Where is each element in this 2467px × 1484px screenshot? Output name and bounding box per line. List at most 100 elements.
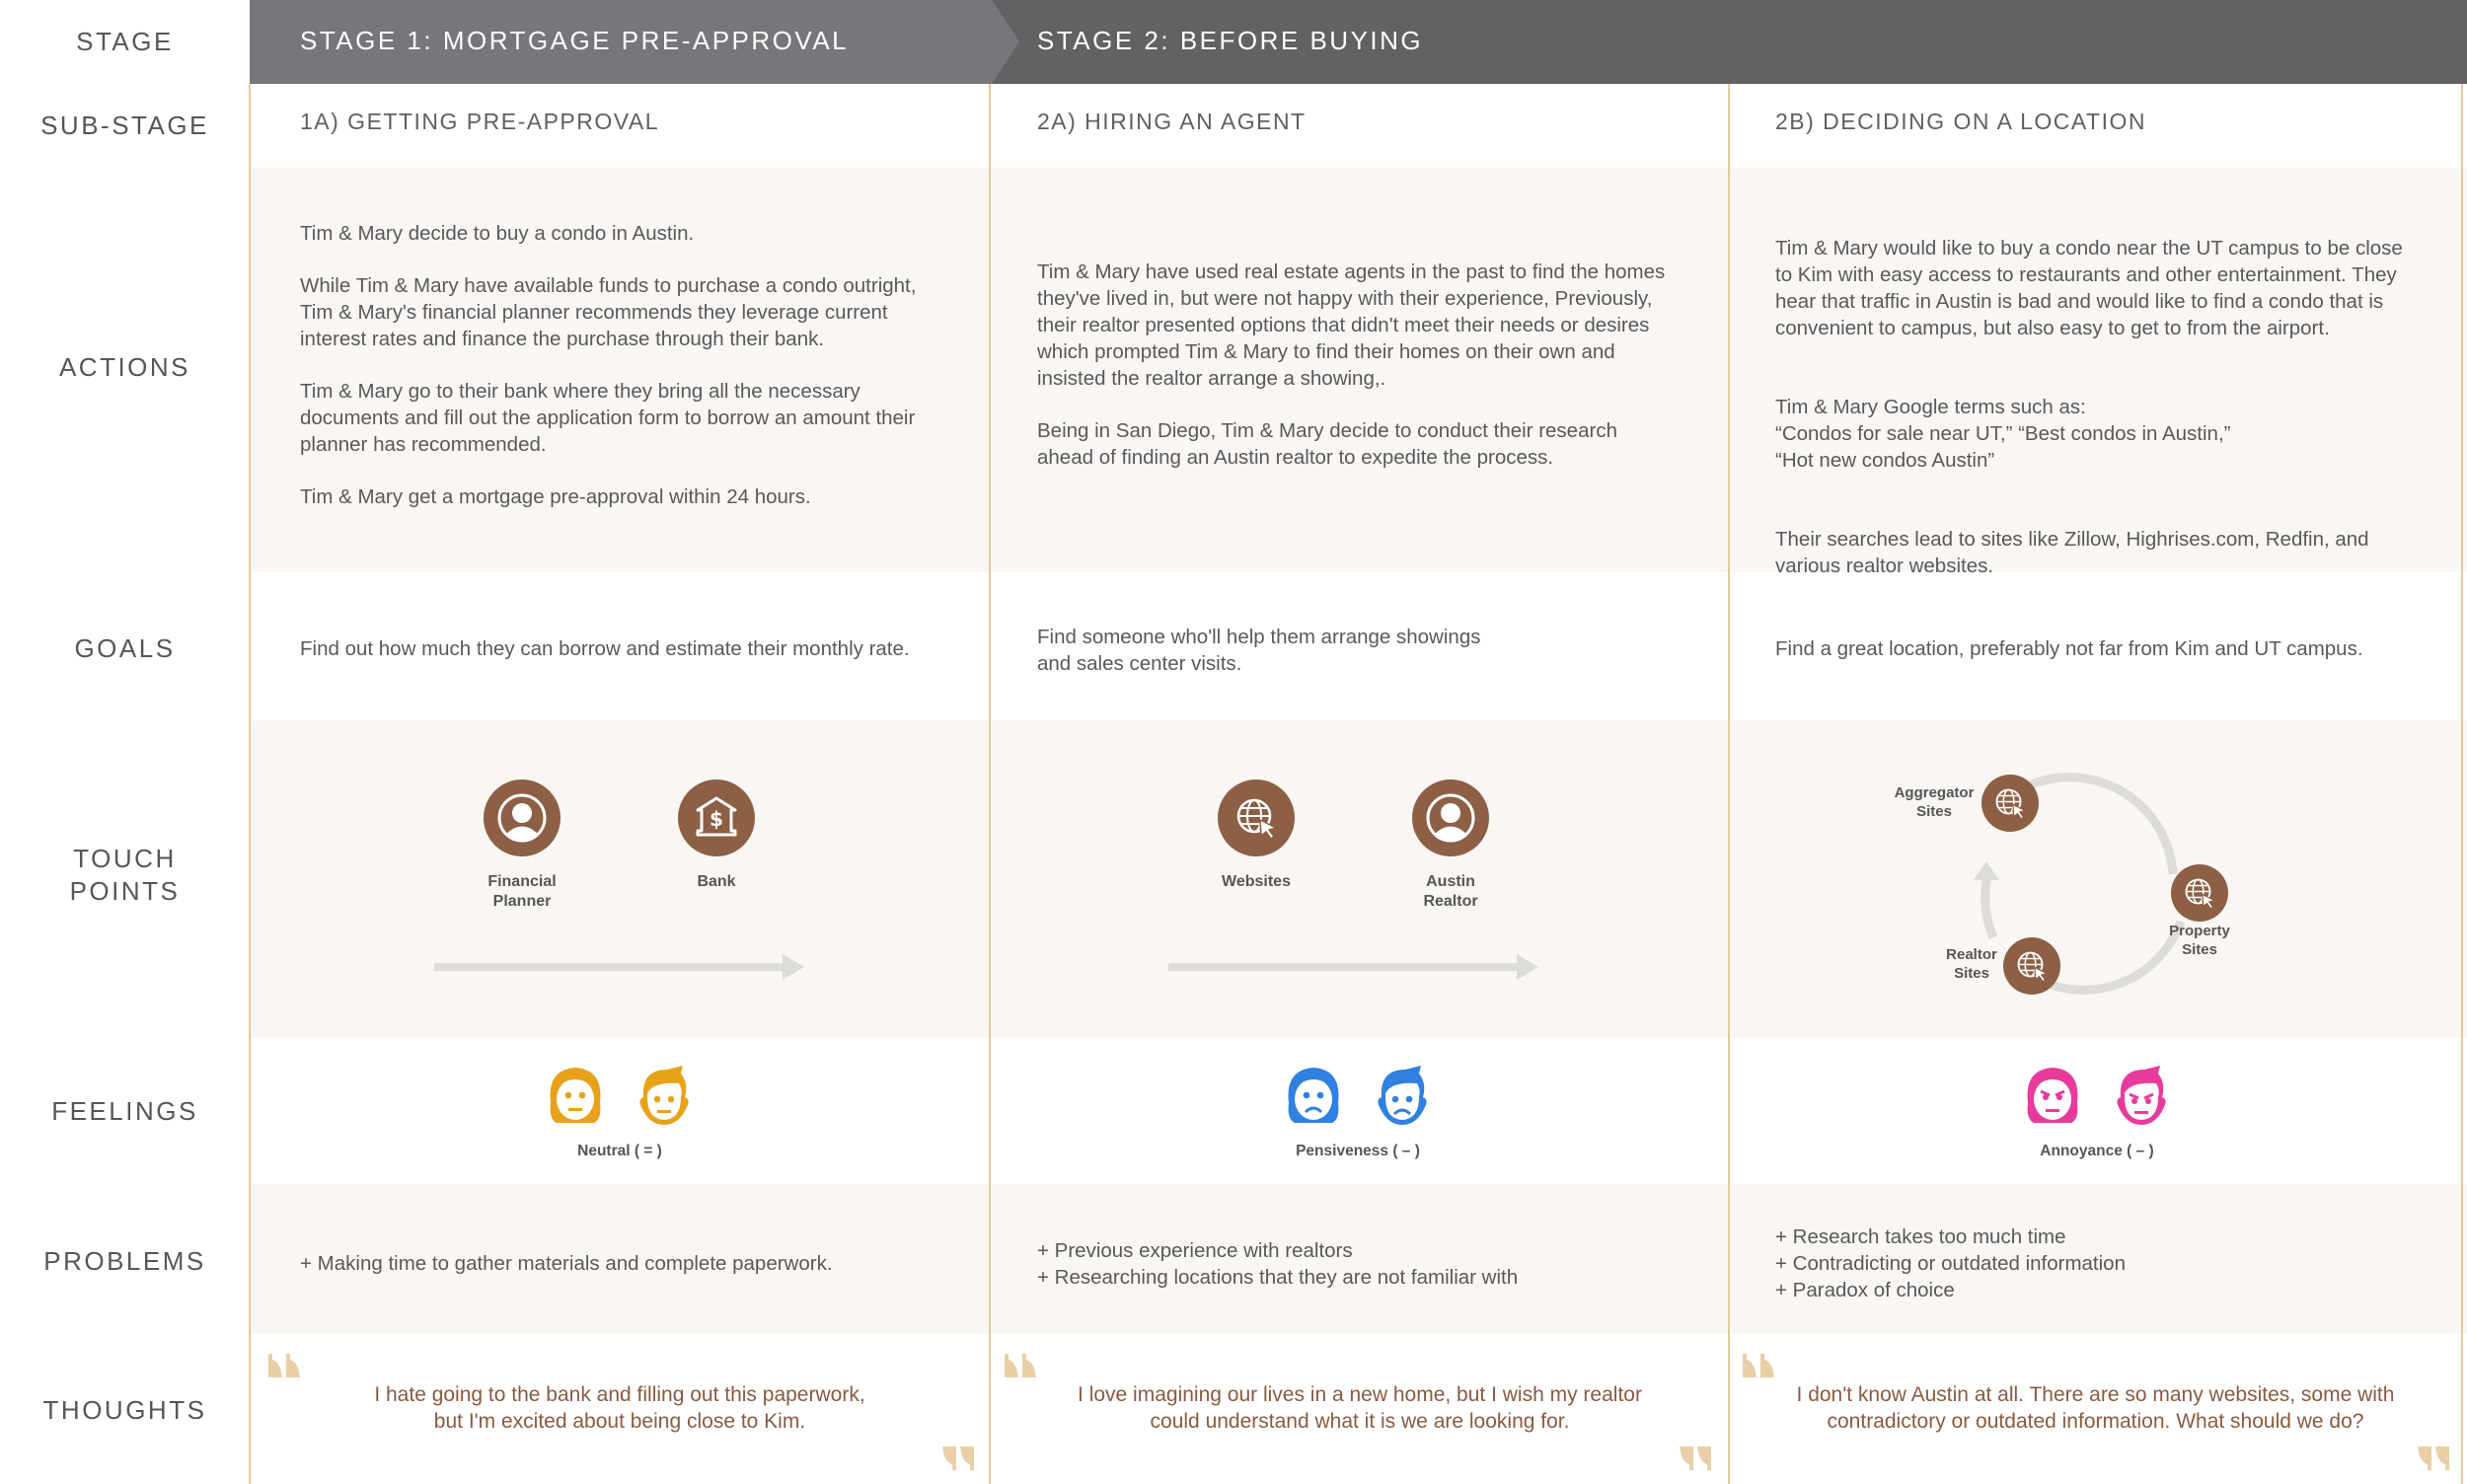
person-icon: [1426, 793, 1475, 843]
actions-2a: Tim & Mary have used real estate agents …: [1037, 259, 1669, 471]
thought-line: I don't know Austin at all. There are so…: [1796, 1383, 2395, 1406]
substage-2b: 2B) DECIDING ON A LOCATION: [1775, 109, 2146, 134]
thought-line: contradictory or outdated information. W…: [1827, 1410, 2364, 1433]
goal-1a: Find out how much they can borrow and es…: [300, 637, 910, 660]
thought-line: I love imagining our lives in a new home…: [1078, 1383, 1642, 1406]
column-divider: [1728, 84, 1730, 1484]
row-label-problems: PROBLEMS: [43, 1246, 206, 1276]
touchpoint-bank: $ Bank: [637, 779, 795, 892]
thought-line: could understand what it is we are looki…: [1150, 1410, 1570, 1433]
action-paragraph: Being in San Diego, Tim & Mary decide to…: [1037, 419, 1617, 469]
problem-item: + Paradox of choice: [1775, 1279, 1955, 1301]
goal-line: and sales center visits.: [1037, 652, 1242, 675]
touchpoint-label: Austin: [1426, 873, 1475, 890]
touchpoint-label-line: Aggregator: [1894, 784, 1975, 801]
globe-cursor-icon: [1995, 788, 2027, 820]
angry-woman-face-icon: [2027, 1068, 2078, 1123]
open-quote-icon: [1005, 1354, 1036, 1377]
touchpoint-label-line: Realtor: [1946, 946, 1997, 963]
angry-man-face-icon: [2117, 1066, 2166, 1125]
feeling-1a: Neutral ( = ): [472, 1064, 768, 1160]
row-label-touchpoints-line1: TOUCH: [73, 844, 177, 873]
thought-line: but I'm excited about being close to Kim…: [433, 1410, 806, 1433]
action-paragraph: Tim & Mary would like to buy a condo nea…: [1775, 237, 2403, 339]
person-icon: [497, 793, 547, 843]
stage-1-title: STAGE 1: MORTGAGE PRE-APPROVAL: [300, 26, 850, 55]
row-label-stage: STAGE: [76, 27, 174, 56]
touchpoint-label: Realtor: [1423, 893, 1478, 910]
action-paragraph: Tim & Mary get a mortgage pre-approval w…: [300, 485, 811, 508]
touchpoint-label-line: Sites: [2182, 941, 2217, 958]
problem-item: + Research takes too much time: [1775, 1225, 2066, 1248]
actions-2b: Tim & Mary would like to buy a condo nea…: [1775, 208, 2417, 606]
touchpoint-austin-realtor: Austin Realtor: [1372, 779, 1530, 912]
row-label-touchpoints: TOUCH POINTS: [0, 843, 250, 908]
open-quote-icon: [268, 1354, 300, 1377]
touchpoint-label-line: Property: [2169, 923, 2230, 939]
bank-icon: $: [696, 796, 737, 837]
close-quote-icon: [1680, 1447, 1711, 1470]
column-divider: [2461, 84, 2463, 1484]
touchpoint-label: Property Sites: [2140, 922, 2259, 959]
goal-2a: Find someone who'll help them arrange sh…: [1037, 624, 1708, 677]
touchpoint-label: Financial: [487, 873, 557, 890]
substage-2a: 2A) HIRING AN AGENT: [1037, 109, 1307, 134]
close-quote-icon: [2418, 1447, 2449, 1470]
substage-1a: 1A) GETTING PRE-APPROVAL: [300, 109, 660, 134]
touchpoint-websites: Websites: [1177, 779, 1335, 892]
problems-2a: + Previous experience with realtors + Re…: [1037, 1237, 1708, 1291]
touchpoint-label: Realtor Sites: [1912, 945, 2031, 983]
action-paragraph: Tim & Mary decide to buy a condo in Aust…: [300, 222, 695, 245]
globe-cursor-icon: [2185, 878, 2216, 910]
row-label-substage: SUB-STAGE: [40, 111, 209, 140]
neutral-man-face-icon: [639, 1066, 689, 1125]
goal-2b: Find a great location, preferably not fa…: [1775, 637, 2363, 660]
feeling-label: Pensiveness ( – ): [1296, 1143, 1420, 1159]
open-quote-icon: [1743, 1354, 1774, 1377]
touchpoint-label: Aggregator Sites: [1875, 783, 1993, 821]
thought-2a: I love imagining our lives in a new home…: [990, 1381, 1730, 1435]
actions-1a: Tim & Mary decide to buy a condo in Aust…: [300, 220, 932, 510]
row-label-feelings: FEELINGS: [51, 1096, 198, 1126]
action-paragraph: Their searches lead to sites like Zillow…: [1775, 528, 2369, 577]
problem-item: + Researching locations that they are no…: [1037, 1266, 1519, 1289]
row-label-touchpoints-line2: POINTS: [69, 876, 181, 906]
flow-arrow-icon: [434, 954, 804, 980]
flow-arrow-icon: [1168, 954, 1538, 980]
feeling-label: Neutral ( = ): [577, 1143, 662, 1159]
touchpoint-label-line: Sites: [1954, 965, 1989, 982]
feeling-2a: Pensiveness ( – ): [1210, 1064, 1506, 1160]
problem-item: + Contradicting or outdated information: [1775, 1252, 2126, 1275]
touchpoint-property-sites: [2171, 864, 2228, 922]
action-paragraph: Tim & Mary Google terms such as: “Condos…: [1775, 396, 2231, 472]
problem-item: + Making time to gather materials and co…: [300, 1252, 833, 1275]
row-label-thoughts: THOUGHTS: [42, 1395, 207, 1425]
touchpoint-label: Websites: [1222, 873, 1291, 890]
svg-text:$: $: [710, 807, 723, 831]
problems-2b: + Research takes too much time + Contrad…: [1775, 1224, 2446, 1303]
goal-line: Find someone who'll help them arrange sh…: [1037, 626, 1481, 648]
feeling-2b: Annoyance ( – ): [1949, 1064, 2245, 1160]
problem-item: + Previous experience with realtors: [1037, 1239, 1353, 1262]
touchpoint-label-line: Sites: [1916, 803, 1952, 820]
close-quote-icon: [942, 1447, 974, 1470]
thought-line: I hate going to the bank and filling out…: [374, 1383, 865, 1406]
action-paragraph: Tim & Mary have used real estate agents …: [1037, 260, 1666, 390]
sad-man-face-icon: [1378, 1066, 1427, 1125]
problems-1a: + Making time to gather materials and co…: [300, 1250, 971, 1277]
sad-woman-face-icon: [1288, 1068, 1339, 1123]
column-divider: [989, 84, 991, 1484]
action-paragraph: Tim & Mary go to their bank where they b…: [300, 380, 916, 456]
touchpoint-label: Bank: [697, 873, 736, 890]
touchpoint-financial-planner: Financial Planner: [443, 779, 601, 912]
stage-2-title: STAGE 2: BEFORE BUYING: [1037, 26, 1424, 55]
thought-1a: I hate going to the bank and filling out…: [250, 1381, 990, 1435]
row-label-goals: GOALS: [74, 633, 176, 663]
action-paragraph: While Tim & Mary have available funds to…: [300, 274, 917, 350]
thought-2b: I don't know Austin at all. There are so…: [1729, 1381, 2462, 1435]
globe-cursor-icon: [1236, 798, 1279, 841]
touchpoint-label: Planner: [492, 893, 552, 910]
neutral-woman-face-icon: [550, 1068, 601, 1123]
row-label-actions: ACTIONS: [58, 352, 191, 382]
feeling-label: Annoyance ( – ): [2040, 1143, 2154, 1159]
